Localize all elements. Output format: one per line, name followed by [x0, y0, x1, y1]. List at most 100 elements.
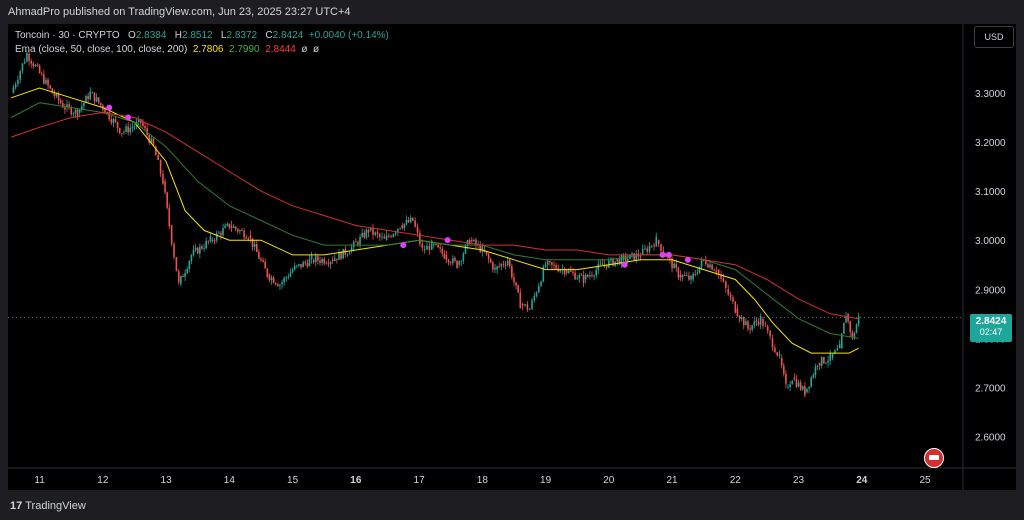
candle-body [793, 377, 796, 380]
candle-body [851, 332, 854, 337]
candle-body [78, 109, 81, 113]
candle-body [496, 266, 498, 270]
close-label: C [265, 30, 273, 41]
x-tick-label: 22 [730, 475, 742, 486]
candle-body [426, 245, 428, 250]
candle-body [129, 127, 132, 133]
candle-body [567, 270, 570, 273]
candle-body [584, 274, 587, 280]
candle-body [570, 270, 572, 272]
candle-body [780, 358, 783, 366]
candle-body [201, 246, 203, 249]
candle-body [789, 384, 791, 387]
candle-body [352, 241, 355, 248]
candle-body [383, 236, 386, 239]
candle-body [308, 259, 311, 267]
chart-area[interactable]: 2.60002.70002.80002.90003.00003.10003.20… [8, 24, 1016, 490]
candle-body [816, 366, 819, 368]
candle-body [838, 344, 841, 349]
y-tick-label: 3.3000 [975, 89, 1006, 100]
candle-body [631, 253, 633, 255]
candle-body [745, 321, 747, 326]
candle-body [255, 243, 258, 253]
candle-body [535, 292, 538, 296]
signal-marker [125, 114, 132, 121]
candle-body [565, 269, 568, 273]
candle-body [692, 273, 694, 280]
candle-body [243, 230, 245, 238]
publisher-bar: AhmadPro published on TradingView.com, J… [0, 0, 1024, 24]
economic-event-flag-icon[interactable] [924, 448, 944, 468]
candle-body [230, 225, 233, 228]
candle-body [199, 246, 201, 254]
symbol-legend: Toncoin · 30 · CRYPTO O2.8384 H2.8512 L2… [15, 30, 389, 41]
candle-body [818, 362, 821, 366]
candle-body [133, 126, 136, 128]
candle-body [293, 266, 296, 270]
candle-body [857, 316, 860, 325]
signal-marker [659, 251, 666, 258]
candle-body [283, 277, 285, 283]
candle-body [445, 254, 448, 260]
candle-body [644, 248, 646, 250]
candle-body [639, 256, 642, 258]
candle-body [260, 258, 262, 261]
tradingview-logo[interactable]: 17 TradingView [10, 500, 86, 512]
candle-body [443, 253, 446, 259]
candle-body [270, 277, 273, 281]
candle-body [34, 65, 37, 67]
candle-body [648, 246, 651, 252]
candle-body [348, 253, 351, 255]
y-tick-label: 3.1000 [975, 187, 1006, 198]
candle-body [274, 283, 277, 285]
candle-body [399, 228, 401, 230]
open-label: O [128, 30, 136, 41]
candle-body [679, 274, 682, 278]
candle-body [481, 246, 484, 252]
change-value: +0.0040 (+0.14%) [308, 30, 389, 41]
candle-body [157, 155, 160, 161]
ema-extra-1: ø [301, 44, 308, 55]
candle-body [753, 321, 756, 326]
x-tick-label: 14 [224, 475, 236, 486]
candle-body [152, 138, 155, 146]
candle-body [774, 347, 776, 353]
candle-body [766, 326, 769, 331]
candle-body [519, 292, 522, 309]
candle-body [428, 245, 431, 250]
x-tick-label: 23 [793, 475, 805, 486]
candle-body [317, 256, 319, 261]
candle-body [36, 65, 39, 67]
y-tick-label: 2.9000 [975, 285, 1006, 296]
candle-body [331, 259, 334, 262]
candle-body [321, 259, 323, 263]
candle-body [336, 258, 338, 260]
candle-body [93, 92, 96, 102]
candle-body [551, 262, 553, 265]
candle-body [253, 243, 256, 247]
candle-body [762, 318, 764, 326]
y-tick-label: 2.7000 [975, 383, 1006, 394]
candle-body [419, 232, 421, 244]
candle-body [544, 264, 547, 267]
candle-body [17, 79, 19, 84]
candle-body [277, 284, 279, 287]
candle-body [548, 260, 551, 263]
currency-button[interactable]: USD [974, 26, 1014, 48]
candle-body [222, 228, 224, 236]
candle-body [528, 309, 531, 310]
candle-body [783, 365, 785, 374]
signal-marker [106, 104, 113, 111]
candle-body [125, 126, 127, 132]
candle-body [787, 386, 789, 388]
ema200-line [11, 111, 859, 320]
candle-body [392, 234, 395, 237]
price-chart[interactable]: 2.60002.70002.80002.90003.00003.10003.20… [8, 24, 1016, 490]
candle-body [64, 107, 66, 110]
candle-body [538, 285, 540, 293]
candle-body [447, 259, 450, 263]
ema100-line [10, 102, 859, 339]
candle-body [234, 226, 237, 230]
candle-body [641, 249, 644, 255]
candle-body [241, 230, 243, 232]
